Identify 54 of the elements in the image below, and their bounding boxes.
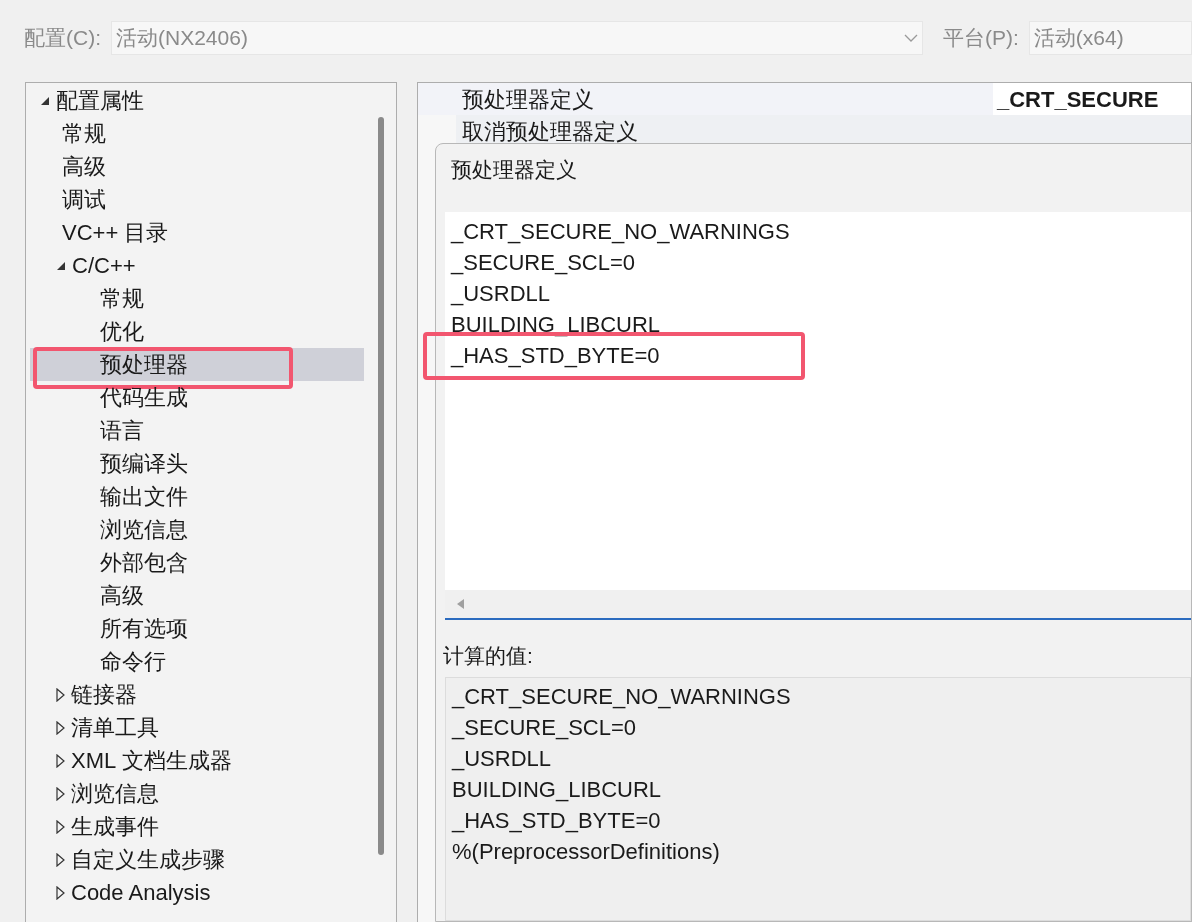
scrollbar-thumb[interactable] bbox=[378, 117, 384, 855]
tree-item[interactable]: 预编译头 bbox=[30, 447, 364, 480]
tree-item[interactable]: 生成事件 bbox=[30, 810, 364, 843]
chevron-down-icon bbox=[904, 33, 918, 42]
tree-item[interactable]: 常规 bbox=[30, 282, 364, 315]
property-value: _CRT_SECURE bbox=[993, 83, 1191, 115]
collapsed-arrow-icon[interactable] bbox=[56, 687, 65, 702]
collapsed-arrow-icon[interactable] bbox=[56, 753, 65, 768]
definition-line: _USRDLL bbox=[451, 281, 551, 306]
definition-line: _CRT_SECURE_NO_WARNINGS bbox=[451, 219, 790, 244]
property-name: 预处理器定义 bbox=[461, 85, 595, 114]
computed-line: _CRT_SECURE_NO_WARNINGS bbox=[452, 683, 792, 711]
tree-item[interactable]: VC++ 目录 bbox=[30, 216, 364, 249]
collapsed-arrow-icon[interactable] bbox=[56, 885, 65, 900]
tree-item[interactable]: 外部包含 bbox=[30, 546, 364, 579]
tree-item[interactable]: 浏览信息 bbox=[30, 777, 364, 810]
platform-label: 平台(P): bbox=[943, 24, 1019, 51]
tree-item[interactable]: 链接器 bbox=[30, 678, 364, 711]
tree-item[interactable]: 调试 bbox=[30, 183, 364, 216]
computed-line: BUILDING_LIBCURL bbox=[452, 776, 663, 804]
tree-item[interactable]: 高级 bbox=[30, 579, 364, 612]
tree-item[interactable]: 浏览信息 bbox=[30, 513, 364, 546]
computed-line: %(PreprocessorDefinitions) bbox=[452, 838, 721, 866]
tree-item[interactable]: 优化 bbox=[30, 315, 364, 348]
tree-item[interactable]: Code Analysis bbox=[30, 876, 364, 909]
tree-item[interactable]: 输出文件 bbox=[30, 480, 364, 513]
tree-item[interactable]: 常规 bbox=[30, 117, 364, 150]
tree-item[interactable]: 所有选项 bbox=[30, 612, 364, 645]
tree-item[interactable]: 高级 bbox=[30, 150, 364, 183]
tree-item[interactable]: 命令行 bbox=[30, 645, 364, 678]
tree-item[interactable]: 语言 bbox=[30, 414, 364, 447]
computed-line: _HAS_STD_BYTE=0 bbox=[452, 807, 662, 835]
dialog-title: 预处理器定义 bbox=[450, 157, 578, 183]
property-name: 取消预处理器定义 bbox=[461, 117, 639, 146]
tree-item[interactable]: XML 文档生成器 bbox=[30, 744, 364, 777]
config-label: 配置(C): bbox=[24, 24, 101, 51]
tree-item[interactable]: 清单工具 bbox=[30, 711, 364, 744]
definition-line: _HAS_STD_BYTE=0 bbox=[451, 343, 660, 368]
computed-line: _USRDLL bbox=[452, 745, 553, 773]
computed-line: _SECURE_SCL=0 bbox=[452, 714, 638, 742]
collapsed-arrow-icon[interactable] bbox=[56, 852, 65, 867]
definition-line: BUILDING_LIBCURL bbox=[451, 312, 661, 337]
tree-item[interactable]: 自定义生成步骤 bbox=[30, 843, 364, 876]
tree-item[interactable]: C/C++ bbox=[30, 249, 364, 282]
expanded-arrow-icon[interactable] bbox=[56, 260, 66, 271]
collapsed-arrow-icon[interactable] bbox=[56, 819, 65, 834]
tree-item[interactable]: 代码生成 bbox=[30, 381, 364, 414]
collapsed-arrow-icon[interactable] bbox=[56, 786, 65, 801]
collapsed-arrow-icon[interactable] bbox=[56, 720, 65, 735]
definition-line: _SECURE_SCL=0 bbox=[451, 250, 636, 275]
definitions-field[interactable]: _CRT_SECURE_NO_WARNINGS _SECURE_SCL=0 _USRDLL BUILDING_LIBCURL _HAS_STD_BYTE=0 bbox=[445, 212, 1191, 590]
computed-label: 计算的值: bbox=[442, 643, 534, 669]
tree-item[interactable]: 配置属性 bbox=[30, 84, 364, 117]
expanded-arrow-icon[interactable] bbox=[40, 95, 50, 106]
